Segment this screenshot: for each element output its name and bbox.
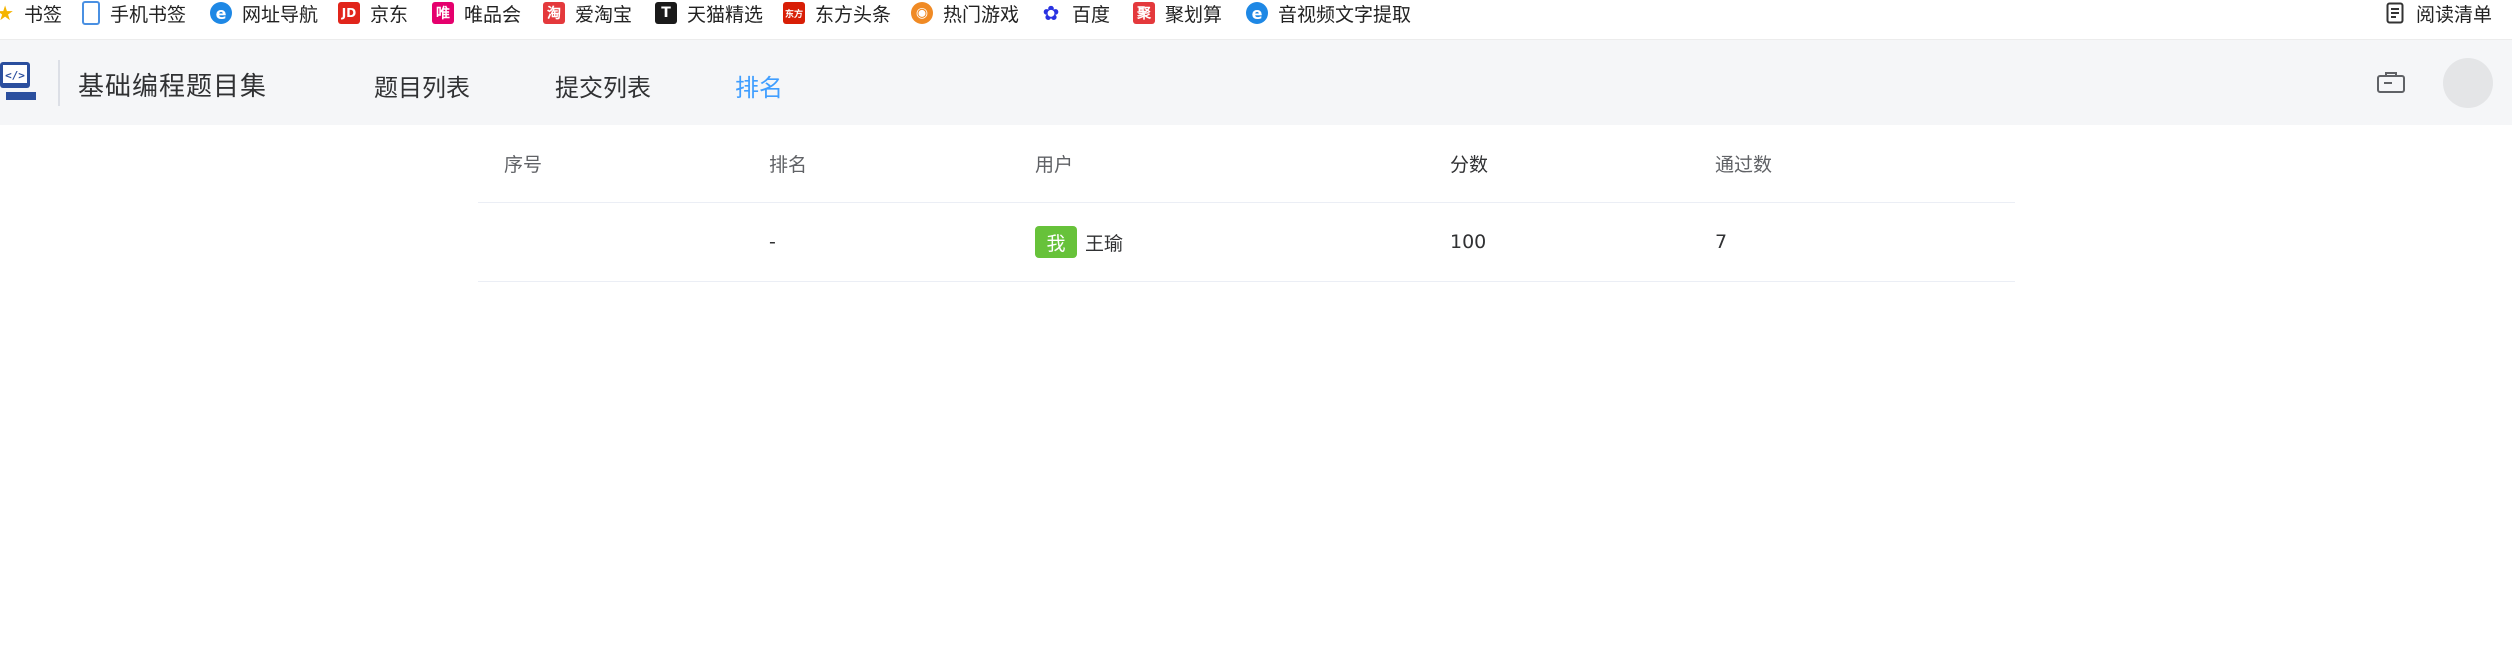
bookmark-bar: ★ 书签 手机书签 e 网址导航 JD 京东 唯 唯品会 淘 爱淘宝 T 天猫精… xyxy=(0,0,2512,40)
bookmark-item-vip[interactable]: 唯 唯品会 xyxy=(432,0,521,26)
bookmark-label: 天猫精选 xyxy=(687,3,764,26)
bookmark-item-baidu[interactable]: ✿ 百度 xyxy=(1040,0,1110,26)
taobao-icon: 淘 xyxy=(543,2,565,24)
tmall-icon: T xyxy=(655,2,677,24)
bookmark-item-tmall[interactable]: T 天猫精选 xyxy=(655,0,763,26)
header-divider xyxy=(58,60,60,106)
bookmark-label: 爱淘宝 xyxy=(575,3,633,26)
cell-user: 我 王瑜 xyxy=(1035,203,1123,281)
bookmark-label: 热门游戏 xyxy=(943,3,1020,26)
app-header: </> 基础编程题目集 题目列表 提交列表 排名 xyxy=(0,40,2512,125)
bookmark-item-av-text-extract[interactable]: e 音视频文字提取 xyxy=(1246,0,1411,26)
bookmark-label: 书签 xyxy=(24,3,63,26)
bookmark-item-hot-games[interactable]: ◉ 热门游戏 xyxy=(911,0,1019,26)
phone-icon xyxy=(82,1,100,25)
bookmark-label: 聚划算 xyxy=(1165,3,1223,26)
ie-icon: e xyxy=(1246,2,1268,24)
user-avatar[interactable] xyxy=(2443,58,2493,108)
table-row[interactable]: - 我 王瑜 100 7 xyxy=(478,203,2015,282)
bookmark-label: 京东 xyxy=(370,3,409,26)
nav-problem-list[interactable]: 题目列表 xyxy=(374,68,470,103)
jd-icon: JD xyxy=(338,2,360,24)
bookmark-label: 百度 xyxy=(1072,3,1111,26)
bookmark-item-jd[interactable]: JD 京东 xyxy=(338,0,408,26)
bookmark-item-nav-sites[interactable]: e 网址导航 xyxy=(210,0,318,26)
ie-icon: e xyxy=(210,2,232,24)
game-icon: ◉ xyxy=(911,2,933,24)
column-header-passed: 通过数 xyxy=(1715,154,1773,176)
reading-list-icon xyxy=(2386,2,2404,24)
table-header: 序号 排名 用户 分数 通过数 xyxy=(478,125,2015,203)
svg-text:</>: </> xyxy=(5,69,25,82)
bookmark-label: 音视频文字提取 xyxy=(1278,3,1412,26)
column-header-score[interactable]: 分数 xyxy=(1450,125,1488,202)
bookmark-item-mobile-bookmarks[interactable]: 手机书签 xyxy=(82,0,186,26)
site-title[interactable]: 基础编程题目集 xyxy=(78,66,267,103)
dongfang-icon: 东方 xyxy=(783,2,805,24)
bookmark-item-juhuasuan[interactable]: 聚 聚划算 xyxy=(1133,0,1222,26)
vip-icon: 唯 xyxy=(432,2,454,24)
bookmark-label: 手机书签 xyxy=(110,3,187,26)
me-tag: 我 xyxy=(1035,226,1077,258)
bookmark-label: 唯品会 xyxy=(464,3,522,26)
cell-rank: - xyxy=(769,231,776,253)
bookmark-label: 东方头条 xyxy=(815,3,892,26)
code-logo-icon[interactable]: </> xyxy=(0,62,36,102)
cell-score: 100 xyxy=(1450,231,1487,253)
baidu-icon: ✿ xyxy=(1042,1,1060,25)
cell-passed: 7 xyxy=(1715,231,1728,253)
ranking-table: 序号 排名 用户 分数 通过数 - 我 王瑜 100 7 xyxy=(478,125,2015,282)
column-header-index: 序号 xyxy=(504,154,543,176)
reading-list-button[interactable]: 阅读清单 xyxy=(2386,0,2492,26)
user-name[interactable]: 王瑜 xyxy=(1085,229,1123,256)
juhuasuan-icon: 聚 xyxy=(1133,2,1155,24)
reading-list-label: 阅读清单 xyxy=(2416,3,2493,26)
bookmark-item-bookmarks[interactable]: ★ 书签 xyxy=(0,0,62,26)
bookmark-label: 网址导航 xyxy=(242,3,319,26)
briefcase-icon[interactable] xyxy=(2376,70,2406,94)
nav-ranking[interactable]: 排名 xyxy=(735,68,783,103)
nav-submission-list[interactable]: 提交列表 xyxy=(555,68,651,103)
column-header-rank: 排名 xyxy=(769,154,808,176)
bookmark-item-taobao[interactable]: 淘 爱淘宝 xyxy=(543,0,632,26)
star-icon: ★ xyxy=(0,2,14,24)
bookmark-item-dongfang[interactable]: 东方 东方头条 xyxy=(783,0,891,26)
column-header-user: 用户 xyxy=(1035,154,1074,176)
